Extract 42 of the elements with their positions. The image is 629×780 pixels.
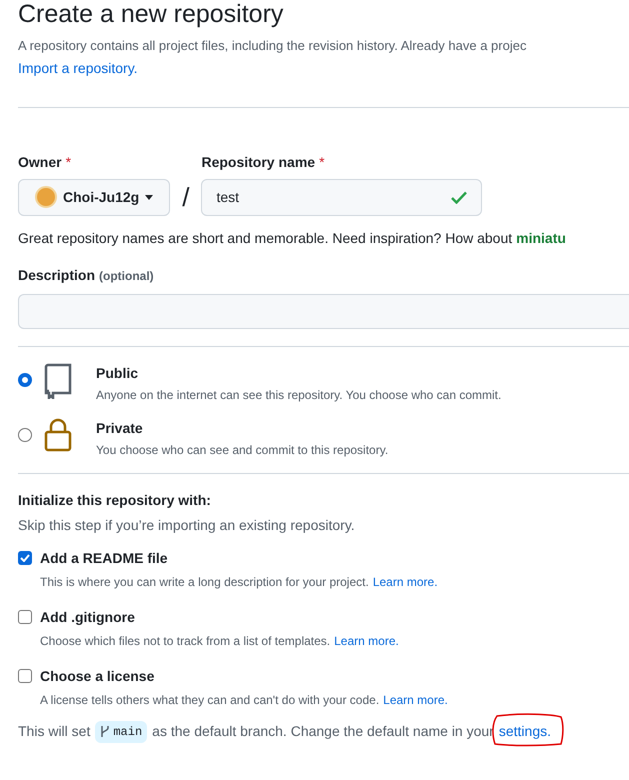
path-separator: / (181, 180, 190, 214)
visibility-description: You choose who can see and commit to this repository. (96, 442, 388, 458)
visibility-title: Public (96, 364, 140, 382)
checkbox[interactable] (18, 551, 32, 565)
description-field[interactable] (18, 294, 629, 328)
branch-note-text: This will set (18, 722, 90, 741)
import-link[interactable]: Import a repository. (18, 58, 138, 78)
optional-note: (optional) (99, 268, 154, 284)
required-mark: * (66, 152, 72, 172)
learn-more-link[interactable]: Learn more. (334, 632, 399, 650)
owner-dropdown[interactable]: Choi-Ju12g (18, 178, 170, 216)
repo-name-label: Repository name (201, 152, 316, 172)
option-description: Choose which files not to track from a list of templates. (40, 632, 330, 650)
option-description: This is where you can write a long description for your project. (40, 574, 369, 590)
branch-name-badge: main (95, 720, 148, 742)
checkbox[interactable] (18, 669, 32, 683)
initialize-heading: Initialize this repository with: (18, 490, 211, 510)
visibility-description: Anyone on the internet can see this repository. You choose who can commit. (96, 386, 502, 404)
repo-name-field[interactable]: test (201, 178, 482, 216)
checkbox[interactable] (18, 610, 32, 624)
book-icon (44, 362, 72, 398)
radio-button[interactable] (18, 428, 32, 442)
initialize-subtext: Skip this step if you’re importing an existing repository. (18, 516, 355, 535)
name-hint-text: Great repository names are short and memorable. Need inspiration? How about (18, 228, 512, 248)
intro-text: A repository contains all project files, including the revision history. Already have a projec (18, 37, 526, 55)
avatar-icon (35, 186, 57, 208)
option-description: A license tells others what they can and can't do with your code. (40, 692, 380, 708)
description-label: Description (18, 266, 96, 285)
branch-icon (100, 725, 110, 738)
required-mark: * (319, 152, 325, 172)
owner-label: Owner (18, 152, 62, 172)
lock-icon (44, 418, 72, 452)
option-label: Add .gitignore (40, 608, 135, 627)
option-label: Choose a license (40, 666, 154, 686)
name-suggestion-link[interactable]: miniatu (516, 228, 566, 248)
page-title: Create a new repository (18, 0, 284, 28)
caret-icon (145, 194, 154, 200)
learn-more-link[interactable]: Learn more. (372, 572, 438, 590)
learn-more-link[interactable]: Learn more. (383, 690, 448, 708)
radio-button[interactable] (18, 372, 32, 386)
option-label: Add a README file (40, 548, 168, 568)
visibility-title: Private (96, 418, 144, 438)
